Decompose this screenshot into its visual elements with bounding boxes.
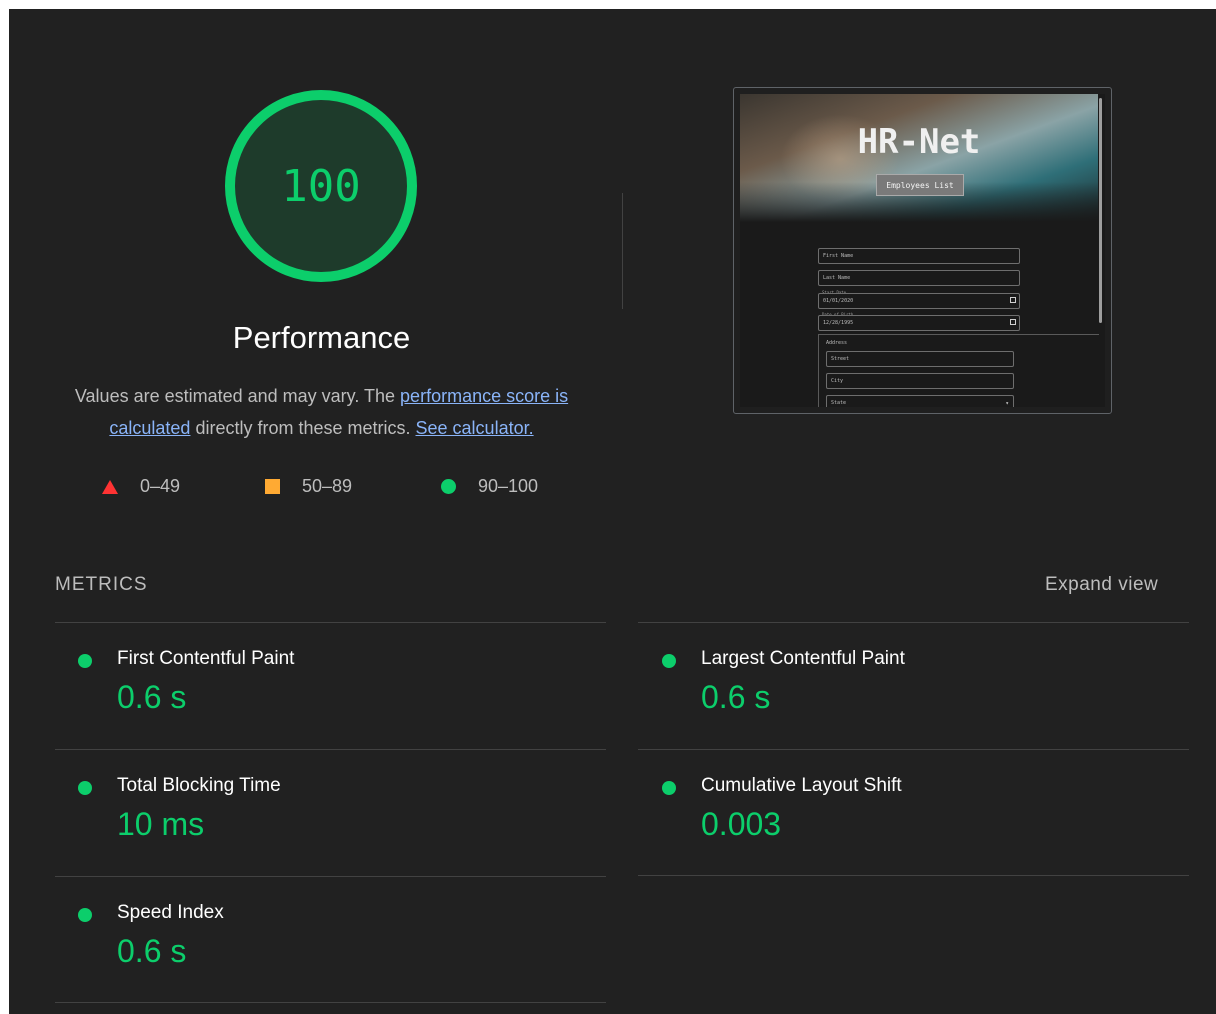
state-placeholder: State	[831, 400, 847, 406]
expand-view-toggle[interactable]: Expand view	[1045, 574, 1158, 596]
street-field: Street	[826, 351, 1014, 367]
start-date-value: 01/01/2020	[823, 298, 854, 304]
legend-pass-range: 90–100	[478, 476, 539, 496]
metrics-divider	[638, 622, 1189, 623]
metric-value: 10 ms	[117, 806, 205, 842]
category-description: Values are estimated and may vary. The p…	[49, 380, 594, 444]
chevron-down-icon: ▾	[1005, 400, 1009, 407]
vertical-divider	[622, 193, 623, 309]
metric-label: Largest Contentful Paint	[701, 648, 905, 669]
pass-circle-icon	[78, 781, 92, 795]
performance-gauge: 100	[223, 88, 419, 284]
start-date-field: 01/01/2020	[818, 293, 1020, 309]
square-icon	[265, 479, 280, 494]
legend-fail: 0–49	[102, 476, 180, 497]
employees-list-button: Employees List	[876, 174, 964, 196]
metrics-divider	[55, 876, 606, 877]
pass-circle-icon	[78, 908, 92, 922]
screenshot-image: HR-Net Employees List First Name Last Na…	[740, 94, 1105, 407]
performance-score: 100	[281, 160, 361, 212]
desc-prefix: Values are estimated and may vary. The	[74, 386, 401, 406]
legend-average-range: 50–89	[302, 476, 353, 496]
metric-value: 0.6 s	[117, 679, 187, 715]
metric-value: 0.6 s	[701, 679, 771, 715]
legend-average: 50–89	[265, 476, 352, 497]
desc-middle: directly from these metrics.	[190, 418, 416, 438]
metrics-divider	[55, 1002, 606, 1003]
metric-value: 0.003	[701, 806, 782, 842]
metric-label: Cumulative Layout Shift	[701, 775, 902, 796]
address-legend: Address	[826, 340, 848, 346]
lighthouse-report-panel: 100 Performance Values are estimated and…	[9, 9, 1216, 1014]
legend-pass: 90–100	[441, 476, 538, 497]
metric-value: 0.6 s	[117, 933, 187, 969]
category-title: Performance	[232, 320, 411, 355]
metric-label: Speed Index	[117, 902, 224, 923]
metrics-divider	[55, 749, 606, 750]
calendar-icon	[1010, 297, 1016, 303]
pass-circle-icon	[662, 781, 676, 795]
hero-photo: HR-Net Employees List	[740, 94, 1098, 222]
metrics-divider	[55, 622, 606, 623]
dob-field: 12/28/1995	[818, 315, 1020, 331]
city-field: City	[826, 373, 1014, 389]
see-calculator-link[interactable]: See calculator.	[416, 418, 534, 438]
calendar-icon	[1010, 319, 1016, 325]
legend-fail-range: 0–49	[140, 476, 181, 496]
pass-circle-icon	[662, 654, 676, 668]
metric-label: Total Blocking Time	[117, 775, 281, 796]
first-name-field: First Name	[818, 248, 1020, 264]
final-screenshot-preview[interactable]: HR-Net Employees List First Name Last Na…	[733, 87, 1112, 414]
circle-icon	[441, 479, 456, 494]
state-select: State ▾	[826, 395, 1014, 407]
app-title: HR-Net	[857, 122, 981, 162]
preview-scrollbar	[1099, 98, 1102, 323]
metrics-divider	[638, 875, 1189, 876]
metric-label: First Contentful Paint	[117, 648, 295, 669]
pass-circle-icon	[78, 654, 92, 668]
metrics-divider	[638, 749, 1189, 750]
metrics-heading: METRICS	[55, 574, 148, 595]
dob-value: 12/28/1995	[823, 320, 854, 326]
score-scale-legend: 0–49 50–89 90–100	[9, 476, 629, 502]
triangle-icon	[102, 479, 118, 494]
last-name-field: Last Name	[818, 270, 1020, 286]
